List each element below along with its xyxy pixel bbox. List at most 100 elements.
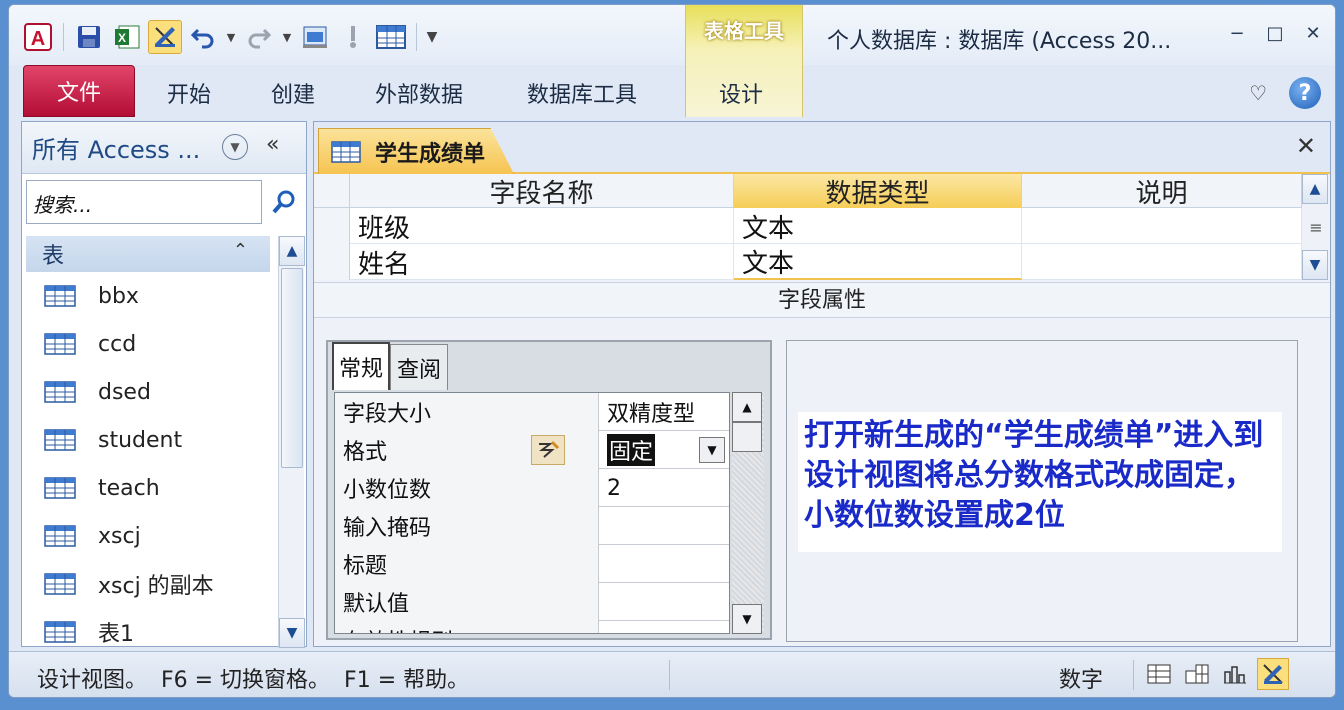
tab-general[interactable]: 常规 <box>332 342 390 390</box>
nav-search-input[interactable]: 搜索... <box>26 180 262 224</box>
undo-icon[interactable] <box>186 20 220 54</box>
document-tab-bar: 学生成绩单 ✕ <box>314 122 1330 174</box>
excel-export-icon[interactable]: X <box>110 20 144 54</box>
property-label: 有效性规则 <box>335 621 599 633</box>
nav-item-table[interactable]: xscj <box>26 512 270 560</box>
chevron-down-icon[interactable]: ▼ <box>699 437 725 463</box>
nav-item-label: dsed <box>98 379 151 405</box>
scroll-thumb[interactable] <box>281 268 303 468</box>
column-header-data-type[interactable]: 数据类型 <box>734 174 1022 209</box>
undo-dropdown-icon[interactable]: ▼ <box>224 31 238 44</box>
scroll-up-icon[interactable]: ▲ <box>732 392 762 422</box>
scroll-down-icon[interactable]: ▼ <box>732 604 762 634</box>
property-row[interactable]: 默认值 <box>335 583 729 621</box>
grid-scrollbar[interactable]: ▲ ≡ ▼ <box>1302 174 1330 280</box>
field-name-cell[interactable]: 班级 <box>350 208 734 244</box>
nav-item-table[interactable]: bbx <box>26 272 270 320</box>
help-icon[interactable]: ? <box>1289 77 1321 109</box>
tab-design[interactable]: 设计 <box>719 77 763 109</box>
property-value[interactable] <box>599 583 729 621</box>
field-name-cell[interactable]: 姓名 <box>350 244 734 280</box>
row-selector[interactable] <box>314 208 350 244</box>
property-value[interactable]: 2 <box>599 469 729 507</box>
property-row[interactable]: 字段大小 双精度型 <box>335 393 729 431</box>
nav-item-label: bbx <box>98 283 139 309</box>
primary-key-icon[interactable] <box>336 20 370 54</box>
property-label: 输入掩码 <box>335 507 599 545</box>
column-header-description[interactable]: 说明 <box>1022 174 1302 209</box>
context-group-title: 表格工具 <box>704 19 784 43</box>
property-value[interactable] <box>599 545 729 583</box>
scroll-down-icon[interactable]: ▼ <box>279 618 305 648</box>
scroll-up-icon[interactable]: ▲ <box>279 236 305 266</box>
shutter-bar-collapse-icon[interactable]: « <box>266 132 279 157</box>
description-cell[interactable] <box>1022 208 1302 244</box>
customize-toolbar-icon[interactable]: ▼ <box>425 29 439 45</box>
scroll-up-icon[interactable]: ▲ <box>1302 174 1328 204</box>
nav-item-table[interactable]: xscj 的副本 <box>26 560 270 608</box>
tab-home[interactable]: 开始 <box>167 77 211 109</box>
nav-menu-dropdown-icon[interactable]: ▼ <box>222 134 248 160</box>
nav-scrollbar[interactable]: ▲ ▼ <box>278 236 305 648</box>
nav-group-tables[interactable]: 表 ⌃ <box>26 236 270 272</box>
nav-title[interactable]: 所有 Access ... <box>32 130 200 165</box>
redo-dropdown-icon[interactable]: ▼ <box>280 31 294 44</box>
scroll-down-icon[interactable]: ▼ <box>1302 250 1328 280</box>
row-selector[interactable] <box>314 244 350 280</box>
tab-database-tools[interactable]: 数据库工具 <box>527 77 637 109</box>
property-value[interactable] <box>599 507 729 545</box>
svg-text:X: X <box>118 31 126 45</box>
tab-file[interactable]: 文件 <box>23 65 135 117</box>
tab-create[interactable]: 创建 <box>271 77 315 109</box>
data-type-cell[interactable]: 文本 <box>734 208 1022 244</box>
description-cell[interactable] <box>1022 244 1302 280</box>
property-scrollbar[interactable]: ▲ ▼ <box>732 392 764 634</box>
table-icon <box>44 333 76 355</box>
nav-header[interactable]: 所有 Access ... ▼ « <box>22 122 306 174</box>
property-value[interactable] <box>599 621 729 633</box>
nav-item-table[interactable]: teach <box>26 464 270 512</box>
property-row[interactable]: 小数位数 2 <box>335 469 729 507</box>
pivottable-view-icon[interactable] <box>1181 658 1213 690</box>
property-row[interactable]: 有效性规则 <box>335 621 729 633</box>
property-value[interactable]: 双精度型 <box>599 393 729 431</box>
datasheet-view-icon[interactable] <box>1143 658 1175 690</box>
save-icon[interactable] <box>72 20 106 54</box>
access-logo-icon[interactable]: A <box>21 20 55 54</box>
table-view-icon[interactable] <box>374 20 408 54</box>
design-view-icon[interactable] <box>148 20 182 54</box>
tab-external-data[interactable]: 外部数据 <box>375 77 463 109</box>
scroll-thumb[interactable]: ≡ <box>1302 204 1330 250</box>
nav-item-table[interactable]: 表1 <box>26 608 270 656</box>
close-document-icon[interactable]: ✕ <box>1296 132 1316 160</box>
property-label: 默认值 <box>335 583 599 621</box>
design-view-icon[interactable] <box>1257 658 1289 690</box>
document-tab[interactable]: 学生成绩单 <box>318 128 514 174</box>
property-row[interactable]: 格式 固定 ▼ <box>335 431 729 469</box>
minimize-ribbon-icon[interactable]: ♡ <box>1249 81 1267 105</box>
minimize-icon[interactable]: − <box>1223 19 1251 47</box>
scroll-thumb[interactable] <box>732 422 762 452</box>
pivotchart-view-icon[interactable] <box>1219 658 1251 690</box>
nav-item-table[interactable]: dsed <box>26 368 270 416</box>
close-icon[interactable]: ✕ <box>1299 19 1327 47</box>
nav-item-table[interactable]: student <box>26 416 270 464</box>
builder-icon[interactable] <box>531 435 565 465</box>
column-header-field-name[interactable]: 字段名称 <box>350 174 734 209</box>
view-switch-icon[interactable] <box>298 20 332 54</box>
table-row[interactable]: 班级 文本 <box>314 208 1302 244</box>
data-type-cell[interactable]: 文本 <box>734 244 1022 280</box>
table-icon <box>44 285 76 307</box>
grid-corner <box>314 174 350 208</box>
table-row[interactable]: 姓名 文本 <box>314 244 1302 280</box>
property-row[interactable]: 输入掩码 <box>335 507 729 545</box>
nav-item-label: xscj <box>98 523 141 549</box>
format-select[interactable]: 固定 ▼ <box>599 431 729 469</box>
property-row[interactable]: 标题 <box>335 545 729 583</box>
search-icon[interactable] <box>270 188 298 216</box>
redo-icon[interactable] <box>242 20 276 54</box>
maximize-icon[interactable]: □ <box>1261 19 1289 47</box>
chevron-up-icon[interactable]: ⌃ <box>233 240 248 261</box>
nav-item-table[interactable]: ccd <box>26 320 270 368</box>
tab-lookup[interactable]: 查阅 <box>390 344 448 390</box>
